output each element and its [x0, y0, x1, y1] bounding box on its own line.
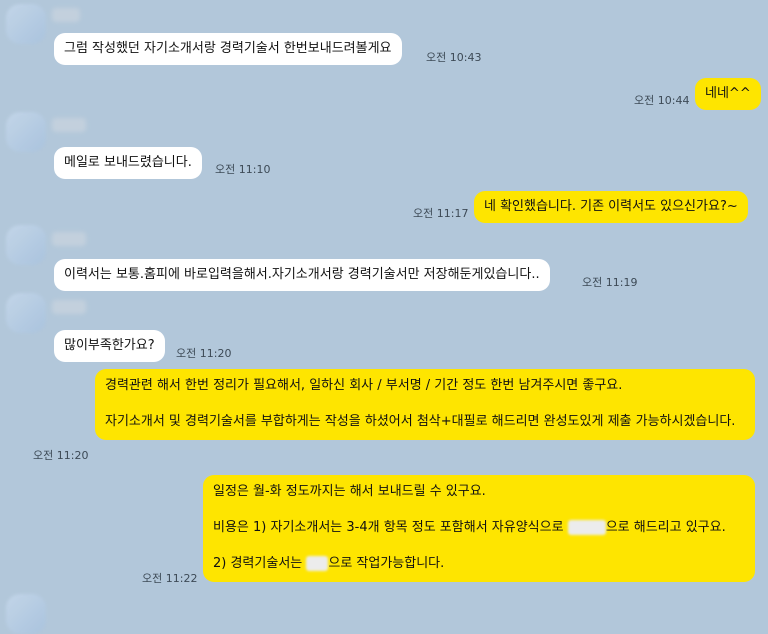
message-text: 으로 해드리고 있구요. — [605, 520, 726, 535]
message-line: 경력관련 해서 한번 정리가 필요해서, 일하신 회사 / 부서명 / 기간 정… — [105, 378, 623, 393]
message-time-3: 오전 11:10 — [215, 163, 271, 176]
message-time-1: 오전 10:43 — [426, 51, 482, 64]
message-time-5: 오전 11:19 — [582, 276, 638, 289]
sender-name-redacted — [52, 118, 86, 132]
message-text: 비용은 1) 자기소개서는 3-4개 항목 정도 포함해서 자유양식으로 — [213, 520, 568, 535]
sender-avatar[interactable] — [6, 112, 46, 152]
message-line: 일정은 월-화 정도까지는 해서 보내드릴 수 있구요. — [213, 484, 486, 499]
message-text: 2) 경력기술서는 — [213, 556, 307, 571]
message-time-4: 오전 11:17 — [413, 207, 469, 220]
message-time-8: 오전 11:22 — [142, 572, 198, 585]
message-time-2: 오전 10:44 — [634, 94, 690, 107]
sender-name-redacted — [52, 300, 86, 314]
sender-name-redacted — [52, 232, 86, 246]
message-line: 2) 경력기술서는 으로 작업가능합니다. — [213, 555, 745, 573]
message-time-6: 오전 11:20 — [176, 347, 232, 360]
message-bubble-1[interactable]: 그럼 작성했던 자기소개서랑 경력기술서 한번보내드려볼게요 — [54, 33, 402, 65]
message-time-7: 오전 11:20 — [33, 449, 89, 462]
sender-avatar[interactable] — [6, 4, 46, 44]
message-text: 으로 작업가능합니다. — [328, 556, 445, 571]
message-bubble-4[interactable]: 네 확인했습니다. 기존 이력서도 있으신가요?~ — [474, 191, 748, 223]
message-bubble-3[interactable]: 메일로 보내드렸습니다. — [54, 147, 202, 179]
message-bubble-2[interactable]: 네네^^ — [695, 78, 761, 110]
message-line: 자기소개서 및 경력기술서를 부합하게는 작성을 하셨어서 첨삭+대필로 해드리… — [105, 414, 736, 429]
redacted-price — [567, 520, 606, 535]
message-bubble-7[interactable]: 경력관련 해서 한번 정리가 필요해서, 일하신 회사 / 부서명 / 기간 정… — [95, 369, 755, 440]
message-bubble-8[interactable]: 일정은 월-화 정도까지는 해서 보내드릴 수 있구요. 비용은 1) 자기소개… — [203, 475, 755, 582]
sender-avatar[interactable] — [6, 594, 46, 634]
message-bubble-6[interactable]: 많이부족한가요? — [54, 330, 165, 362]
sender-name-redacted — [52, 8, 80, 22]
message-bubble-5[interactable]: 이력서는 보통.홈피에 바로입력을해서.자기소개서랑 경력기술서만 저장해둔게있… — [54, 259, 550, 291]
sender-avatar[interactable] — [6, 225, 46, 265]
message-line: 비용은 1) 자기소개서는 3-4개 항목 정도 포함해서 자유양식으로 으로 … — [213, 519, 745, 537]
sender-avatar[interactable] — [6, 293, 46, 333]
redacted-price — [306, 556, 329, 571]
